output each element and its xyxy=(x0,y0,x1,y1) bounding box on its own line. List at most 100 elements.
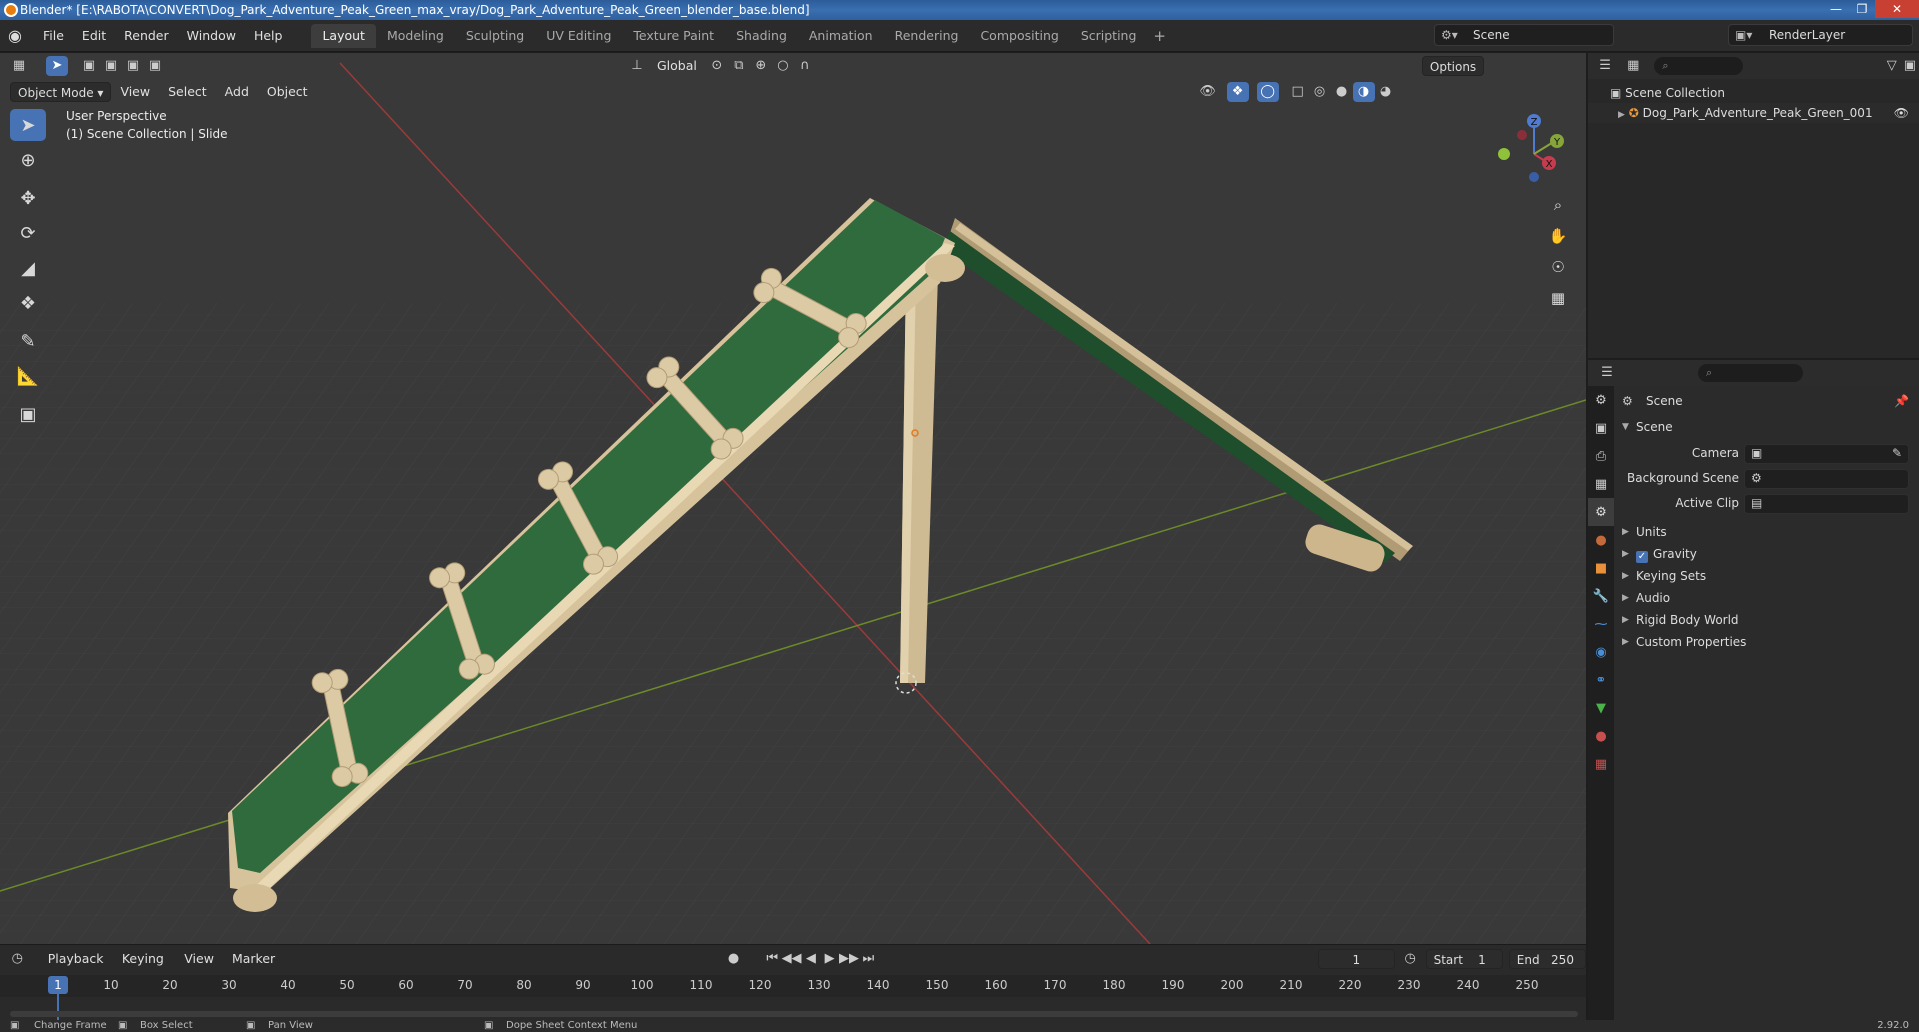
render-tab-icon[interactable]: ▣ xyxy=(1588,414,1614,442)
material-tab-icon[interactable]: ● xyxy=(1588,722,1614,750)
view-layer-selector[interactable]: ▣▾ RenderLayer xyxy=(1728,24,1913,46)
start-frame-field[interactable]: Start 1 xyxy=(1425,949,1503,969)
jump-end-icon[interactable]: ⏭ xyxy=(859,949,878,969)
scene-section-header[interactable]: ▼ Scene xyxy=(1616,416,1919,438)
units-section[interactable]: ▶ Units xyxy=(1616,521,1919,543)
pivot-point-icon[interactable]: ⊙ xyxy=(706,56,728,76)
audio-section[interactable]: ▶ Audio xyxy=(1616,587,1919,609)
menu-window[interactable]: Window xyxy=(178,28,245,43)
tab-texture-paint[interactable]: Texture Paint xyxy=(622,24,725,48)
proportional-edit-icon[interactable]: ○ xyxy=(772,56,794,76)
display-mode-icon[interactable]: ▦ xyxy=(1624,56,1642,76)
prev-keyframe-icon[interactable]: ◀◀ xyxy=(782,949,802,969)
properties-editor-type-icon[interactable]: ☰ xyxy=(1596,363,1618,383)
modifier-tab-icon[interactable]: 🔧 xyxy=(1588,582,1614,610)
minimize-button[interactable]: — xyxy=(1823,0,1849,18)
tab-animation[interactable]: Animation xyxy=(798,24,884,48)
transform-orientation-select[interactable]: Global xyxy=(648,56,706,76)
menu-playback[interactable]: Playback ▾ xyxy=(39,949,113,986)
menu-edit[interactable]: Edit xyxy=(73,28,115,43)
jump-start-icon[interactable]: ⏮ xyxy=(763,949,782,969)
close-button[interactable]: ✕ xyxy=(1875,0,1919,18)
end-frame-field[interactable]: End 250 xyxy=(1508,949,1586,969)
menu-object[interactable]: Object xyxy=(258,82,317,102)
select-tool-icon[interactable]: ➤ xyxy=(46,56,68,76)
menu-keying[interactable]: Keying ▾ xyxy=(113,949,175,986)
tab-sculpting[interactable]: Sculpting xyxy=(455,24,535,48)
shading-material-icon[interactable]: ◑ xyxy=(1352,82,1375,102)
mode-selector[interactable]: Object Mode ▾ xyxy=(10,82,112,102)
measure-icon[interactable]: 📐 xyxy=(10,360,46,392)
snap-icon[interactable]: ⧉ xyxy=(728,56,750,76)
select-mode-extend-icon[interactable]: ▣ xyxy=(100,56,122,76)
scale-icon[interactable]: ◢ xyxy=(10,252,46,284)
perspective-toggle-icon[interactable]: ▦ xyxy=(1544,284,1572,312)
menu-marker[interactable]: Marker xyxy=(223,949,284,969)
rotate-icon[interactable]: ⟳ xyxy=(10,217,46,249)
tab-layout[interactable]: Layout xyxy=(311,23,376,48)
3d-viewport[interactable]: Z X Y ▦ ➤ ▣ ▣ ▣ ▣ ⊥ Global ⊙ ⧉ ⊕ ○ ∩ Opt… xyxy=(0,53,1586,944)
tab-modeling[interactable]: Modeling xyxy=(376,24,455,48)
transform-icon[interactable]: ❖ xyxy=(10,287,46,319)
view-layer-tab-icon[interactable]: ▦ xyxy=(1588,470,1614,498)
scene-selector[interactable]: ⚙▾ Scene xyxy=(1434,24,1614,46)
tab-shading[interactable]: Shading xyxy=(725,24,798,48)
physics-tab-icon[interactable]: ◉ xyxy=(1588,638,1614,666)
timeline-editor-type-icon[interactable]: ◷ xyxy=(8,949,27,969)
data-tab-icon[interactable]: ▼ xyxy=(1588,694,1614,722)
add-workspace-icon[interactable]: + xyxy=(1147,24,1172,48)
scene-tab-icon[interactable]: ⚙ xyxy=(1588,498,1614,526)
gravity-section[interactable]: ▶ ✓ Gravity xyxy=(1616,543,1919,565)
outliner-search-input[interactable]: ⌕ xyxy=(1654,57,1743,75)
properties-search-input[interactable]: ⌕ xyxy=(1698,364,1803,382)
tab-rendering[interactable]: Rendering xyxy=(884,24,970,48)
output-tab-icon[interactable]: ⎙ xyxy=(1588,442,1614,470)
menu-file[interactable]: File xyxy=(34,28,73,43)
maximize-button[interactable]: ❐ xyxy=(1849,0,1875,18)
select-mode-invert-icon[interactable]: ▣ xyxy=(144,56,166,76)
tab-scripting[interactable]: Scripting xyxy=(1070,24,1148,48)
custom-properties-section[interactable]: ▶ Custom Properties xyxy=(1616,631,1919,653)
tab-compositing[interactable]: Compositing xyxy=(969,24,1069,48)
object-tab-icon[interactable]: ■ xyxy=(1588,554,1614,582)
tab-uv-editing[interactable]: UV Editing xyxy=(535,24,622,48)
texture-tab-icon[interactable]: ▦ xyxy=(1588,750,1614,778)
rigid-body-world-section[interactable]: ▶ Rigid Body World xyxy=(1616,609,1919,631)
next-keyframe-icon[interactable]: ▶▶ xyxy=(839,949,859,969)
menu-timeline-view[interactable]: View xyxy=(175,949,223,969)
world-tab-icon[interactable]: ● xyxy=(1588,526,1614,554)
editor-type-icon[interactable]: ▦ xyxy=(8,56,30,76)
outliner-item[interactable]: ▶ ✪ Dog_Park_Adventure_Peak_Green_001 👁 xyxy=(1588,103,1919,123)
constraints-tab-icon[interactable]: ⚭ xyxy=(1588,666,1614,694)
visibility-icon[interactable]: 👁 xyxy=(1197,82,1219,102)
select-mode-subtract-icon[interactable]: ▣ xyxy=(122,56,144,76)
visibility-eye-icon[interactable]: 👁 xyxy=(1894,103,1909,123)
filter-icon[interactable]: ▽ xyxy=(1883,56,1901,76)
cursor-icon[interactable]: ⊕ xyxy=(10,144,46,176)
timeline-scrollbar[interactable] xyxy=(10,1011,1578,1017)
shading-solid-icon[interactable]: ● xyxy=(1331,82,1353,102)
camera-input[interactable]: ▣ ✎ xyxy=(1744,444,1909,464)
pan-hand-icon[interactable]: ✋ xyxy=(1544,222,1572,250)
camera-view-icon[interactable]: ☉ xyxy=(1544,253,1572,281)
new-collection-icon[interactable]: ▣ xyxy=(1901,56,1919,76)
shading-rendered-icon[interactable]: ◕ xyxy=(1375,82,1397,102)
pin-icon[interactable]: 📌 xyxy=(1894,386,1909,416)
active-clip-input[interactable]: ▤ xyxy=(1744,494,1909,514)
playhead-frame-marker[interactable]: 1 xyxy=(48,976,68,994)
outliner-editor-type-icon[interactable]: ☰ xyxy=(1596,56,1614,76)
zoom-icon[interactable]: ⌕ xyxy=(1544,191,1572,219)
menu-render[interactable]: Render xyxy=(115,28,178,43)
blender-menu-icon[interactable]: ◉ xyxy=(8,26,26,45)
tool-tab-icon[interactable]: ⚙ xyxy=(1588,386,1614,414)
falloff-icon[interactable]: ∩ xyxy=(794,56,816,76)
current-frame-field[interactable]: 1 xyxy=(1317,949,1395,969)
menu-add[interactable]: Add xyxy=(216,82,258,102)
menu-view[interactable]: View xyxy=(111,82,159,102)
expand-arrow-icon[interactable]: ▶ xyxy=(1618,110,1625,120)
background-scene-input[interactable]: ⚙ xyxy=(1744,469,1909,489)
shading-wireframe-icon[interactable]: ◎ xyxy=(1309,82,1331,102)
play-icon[interactable]: ▶ xyxy=(820,949,839,969)
gizmo-toggle-icon[interactable]: ❖ xyxy=(1226,82,1249,102)
menu-select[interactable]: Select xyxy=(159,82,216,102)
